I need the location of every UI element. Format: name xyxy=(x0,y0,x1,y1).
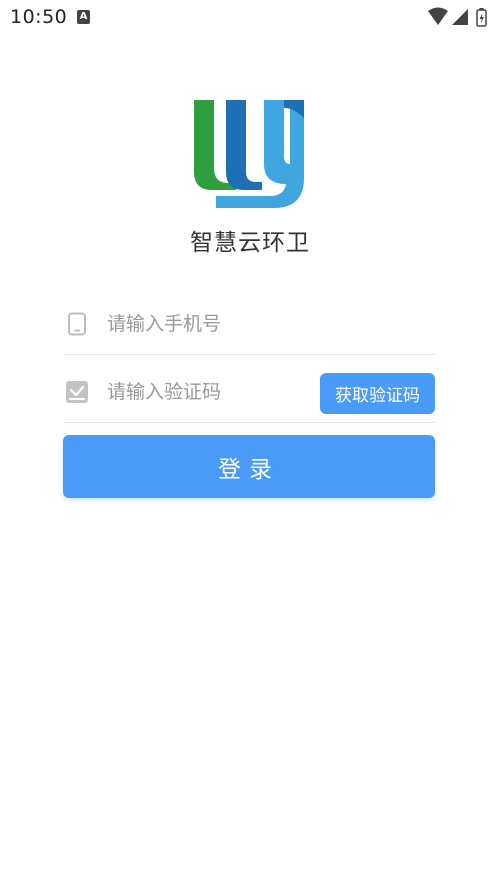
code-input[interactable] xyxy=(107,376,307,408)
status-icons xyxy=(428,7,490,27)
verify-check-icon xyxy=(66,381,88,403)
phone-input[interactable] xyxy=(107,308,427,340)
battery-charging-icon xyxy=(476,8,487,27)
phone-icon xyxy=(68,312,86,336)
status-time: 10:50 xyxy=(10,6,68,28)
wifi-icon xyxy=(428,7,448,25)
a-icon: A xyxy=(77,10,90,24)
signal-icon xyxy=(452,9,468,25)
app-name: 智慧云环卫 xyxy=(190,230,310,256)
code-field: 获取验证码 xyxy=(63,362,435,423)
login-button[interactable]: 登录 xyxy=(63,435,435,498)
login-screen: 10:50 A 智慧云环卫 请输入手机号 请输入验证码 获取验证码 登录 xyxy=(0,0,500,888)
get-code-button[interactable]: 获取验证码 xyxy=(320,373,435,414)
phone-field xyxy=(63,294,435,355)
status-bar: 10:50 A xyxy=(0,0,500,34)
ly-logo xyxy=(194,100,304,208)
